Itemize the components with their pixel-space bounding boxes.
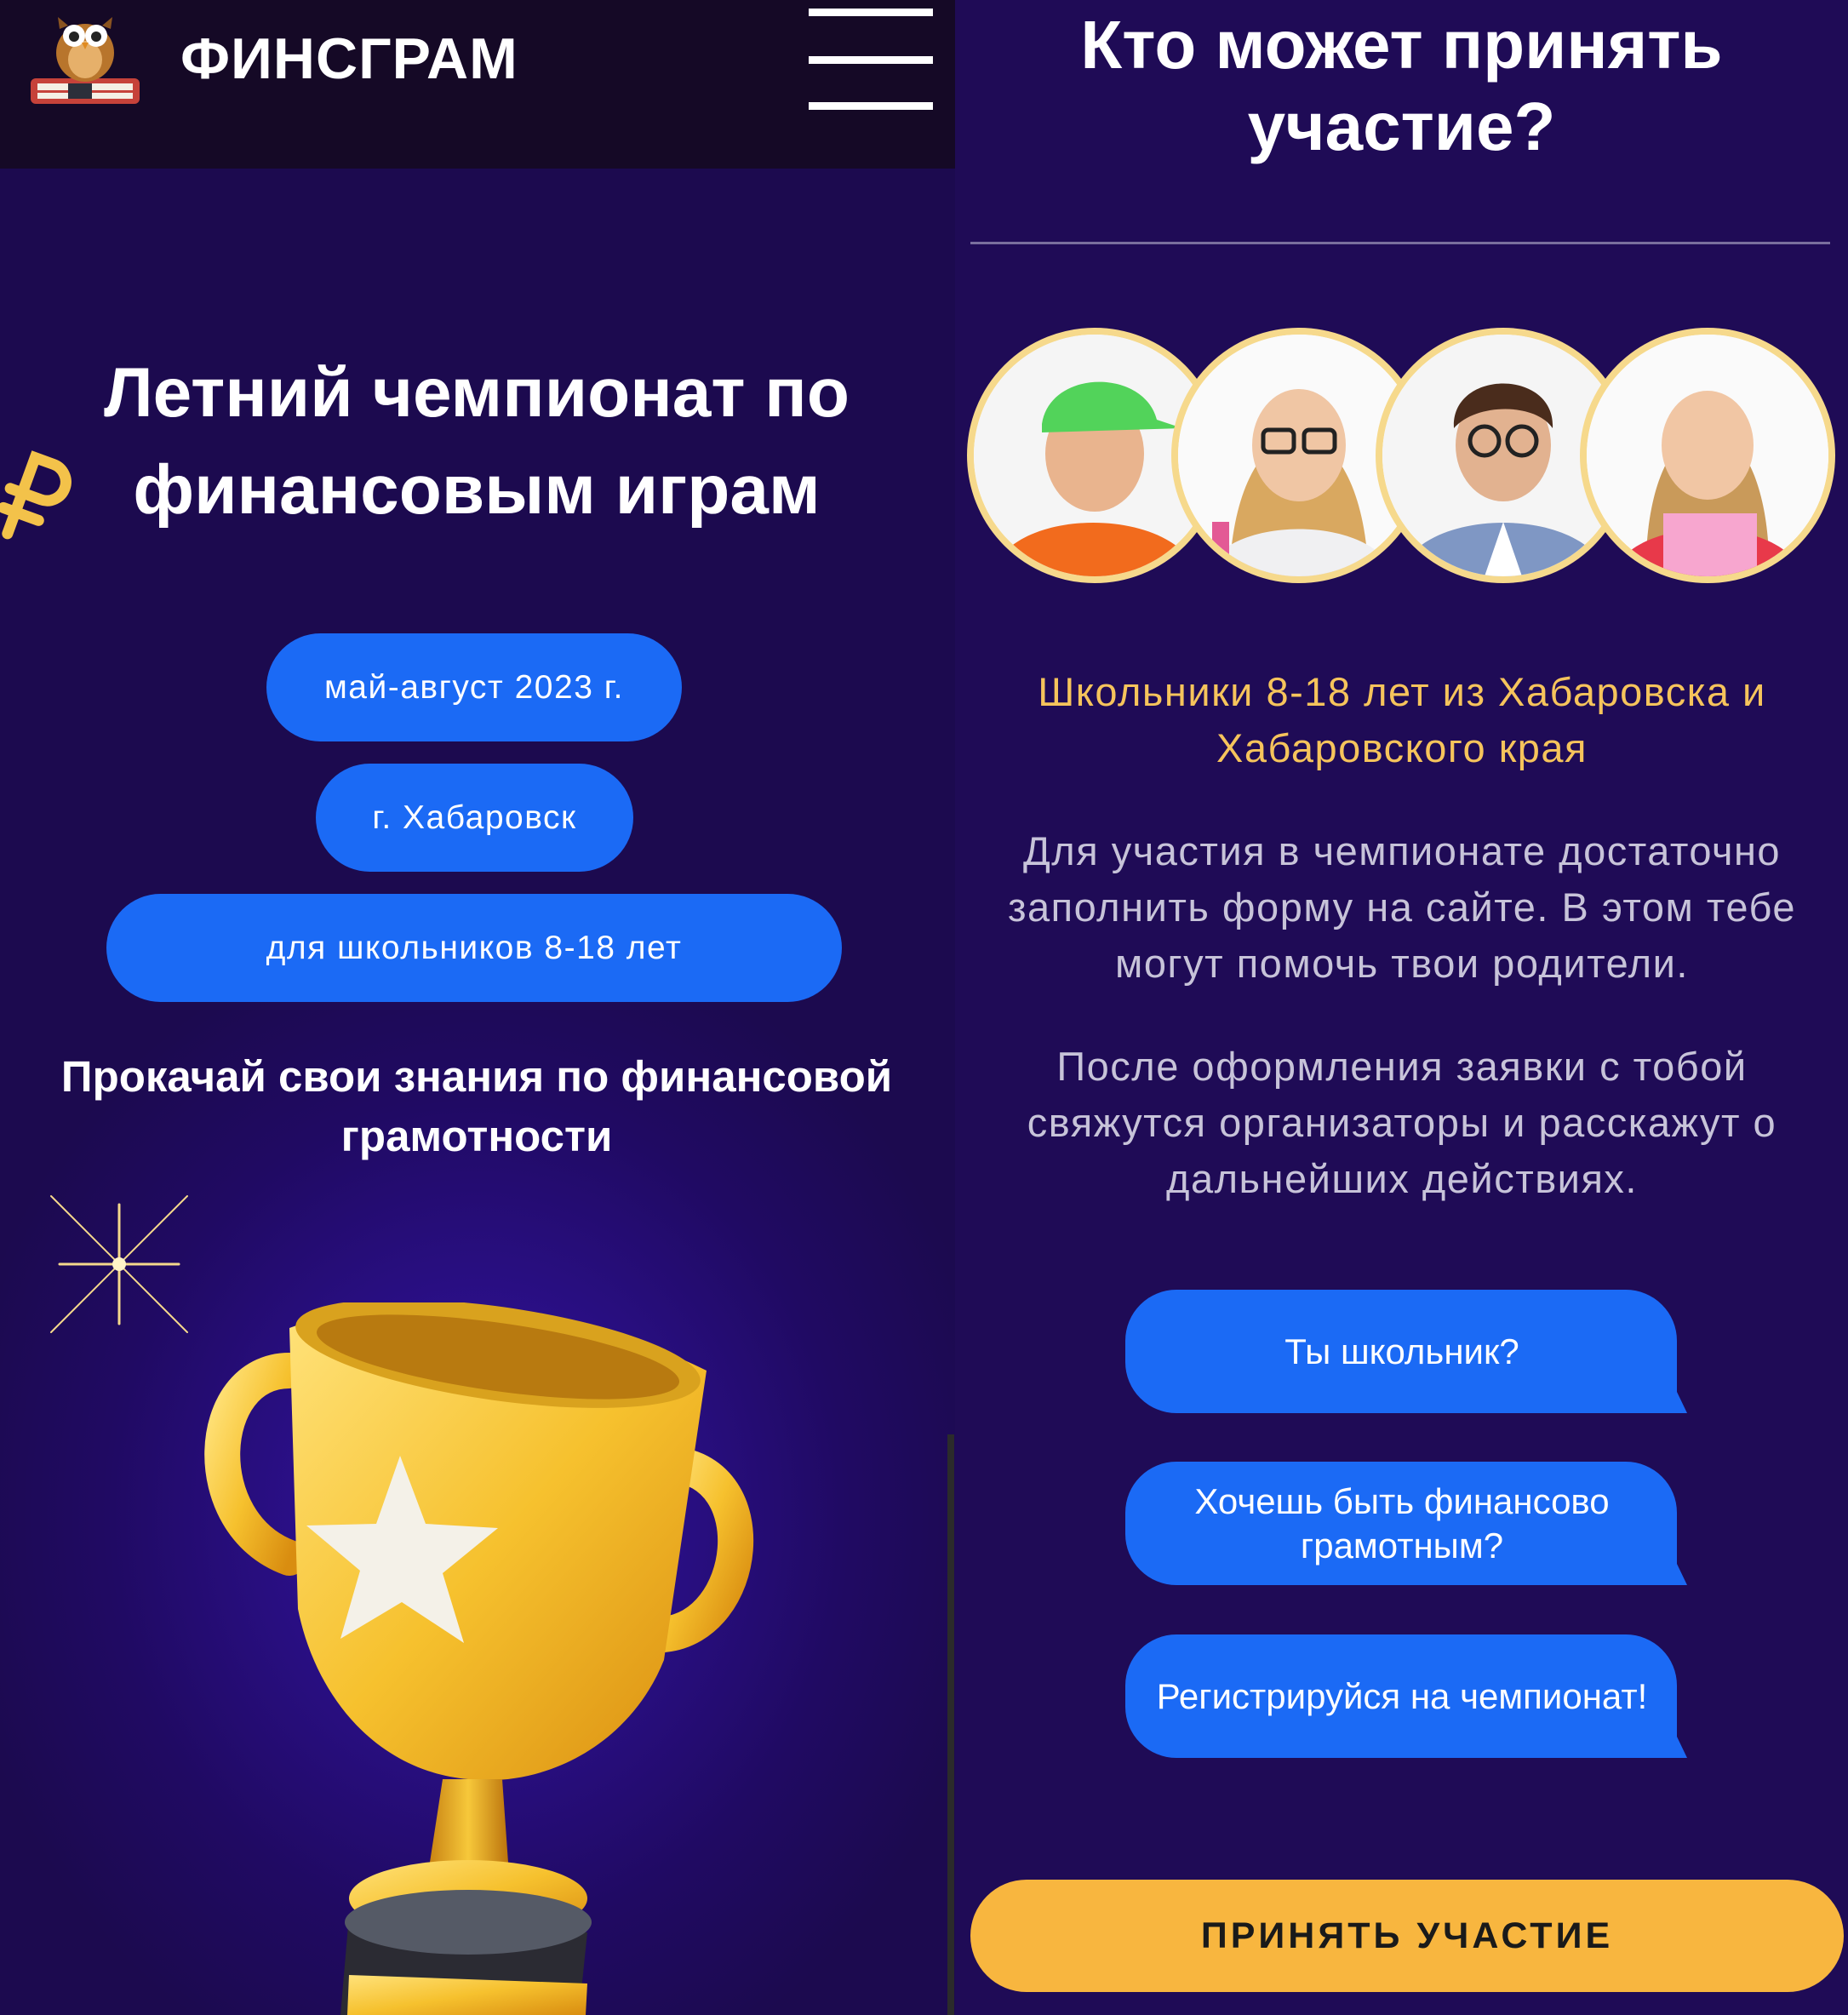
participate-button[interactable]: ПРИНЯТЬ УЧАСТИЕ (970, 1880, 1844, 1992)
hero-tagline: Прокачай свои знания по финансовой грамо… (60, 1052, 893, 1160)
hero-title-line2: финансовым играм (133, 451, 821, 529)
chat-bubble-text: Хочешь быть финансово грамотным? (1194, 1480, 1610, 1566)
hamburger-menu-icon[interactable] (809, 9, 933, 110)
participants-title-line1: Кто может принять (1080, 7, 1723, 83)
left-panel: ФИНСГРАМ Летний чемпионат по финансовым … (0, 0, 955, 2015)
brand-name[interactable]: ФИНСГРАМ (180, 26, 518, 92)
hero-title-line1: Летний чемпионат по (104, 354, 850, 432)
owl-book-logo-icon[interactable] (26, 0, 145, 115)
participants-avatars (967, 328, 1844, 587)
after-application-info: После оформления заявки с тобой свяжутся… (1027, 1044, 1777, 1201)
participants-title: Кто может принять участие? (955, 4, 1848, 168)
trophy-icon (204, 1302, 754, 2015)
chat-bubble-text: Ты школьник? (1284, 1331, 1519, 1371)
participation-info: Для участия в чемпионате достаточно запо… (1007, 828, 1797, 986)
top-bar: ФИНСГРАМ (0, 0, 955, 169)
scrollbar[interactable] (947, 1434, 954, 2015)
avatar (1580, 328, 1835, 583)
audience-badge: для школьников 8-18 лет (106, 894, 842, 1002)
participants-subtitle: Школьники 8-18 лет из Хабаровска и Хабар… (1038, 669, 1766, 770)
date-badge: май-август 2023 г. (266, 633, 682, 741)
sparkle-icon (50, 1195, 188, 1333)
chat-bubble: Регистрируйся на чемпионат! (1125, 1634, 1687, 1758)
participants-title-line2: участие? (1247, 89, 1556, 164)
city-badge: г. Хабаровск (316, 764, 633, 872)
chat-bubble-text: Регистрируйся на чемпионат! (1156, 1675, 1648, 1716)
chat-bubble: Хочешь быть финансово грамотным? (1125, 1462, 1687, 1585)
right-panel: Кто может принять участие? Школьники 8-1… (955, 0, 1848, 2015)
section-divider (970, 242, 1830, 244)
hero-title: Летний чемпионат по финансовым играм (51, 345, 902, 539)
chat-bubble: Ты школьник? (1125, 1290, 1687, 1413)
